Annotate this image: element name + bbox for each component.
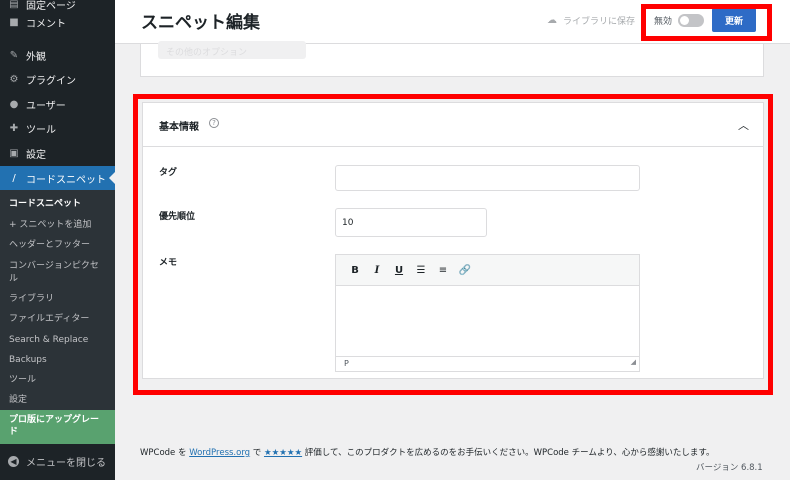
footer-text-mid: で [250, 448, 264, 458]
underline-icon[interactable]: U [388, 260, 410, 280]
sidebar-item-label: プラグイン [26, 75, 76, 87]
footer-rating: WPCode を WordPress.org で ★★★★★ 評価して、このプロ… [140, 446, 764, 458]
library-status-label: ライブラリに保存 [563, 17, 636, 27]
link-icon[interactable]: 🔗 [454, 260, 476, 280]
library-save-status[interactable]: ☁ ライブラリに保存 [547, 14, 635, 27]
bold-icon[interactable]: B [344, 260, 366, 280]
submenu-header-footer[interactable]: ヘッダーとフッター [9, 240, 90, 251]
submenu-conversion-pixels[interactable]: コンバージョンピクセ [9, 261, 99, 272]
page-icon: ▤ [9, 0, 19, 10]
toggle-knob [680, 15, 690, 25]
sidebar-item-label: 設定 [26, 149, 46, 161]
sidebar-item-label: ツール [26, 124, 56, 136]
more-options-button[interactable]: その他のオプション [158, 41, 306, 59]
active-toggle[interactable] [678, 13, 705, 27]
submenu-search-replace[interactable]: Search & Replace [9, 335, 88, 346]
sidebar-item-code-snippets[interactable]: / コードスニペット [0, 166, 115, 190]
settings-icon: ▣ [9, 147, 19, 159]
bullet-list-icon[interactable]: ☰ [410, 260, 432, 280]
footer-text-suffix: 評価して、このプロダクトを広めるのをお手伝いください。WPCode チームより、… [302, 448, 715, 458]
sidebar-item-settings[interactable]: ▣ 設定 [0, 141, 115, 165]
upgrade-label-line2: ド [9, 427, 19, 437]
basic-info-title: 基本情報 [159, 122, 199, 133]
submenu-backups[interactable]: Backups [9, 355, 47, 366]
sidebar-item-comments[interactable]: ■ コメント [0, 10, 115, 34]
code-settings-card: その他のオプション [140, 41, 764, 77]
sidebar-item-tools[interactable]: ✚ ツール [0, 116, 115, 140]
tag-label: タグ [159, 168, 178, 178]
rating-stars-link[interactable]: ★★★★★ [264, 448, 302, 458]
editor-statusbar: P ◢ [336, 356, 639, 371]
submenu-file-editor[interactable]: ファイルエディター [9, 314, 89, 325]
upgrade-label-line1: プロ版にアップグレー [9, 415, 100, 425]
header-controls: 無効 更新 [648, 6, 768, 34]
sidebar-item-appearance[interactable]: ✎ 外観 [0, 43, 115, 67]
sidebar-item-label: ユーザー [26, 100, 66, 112]
sidebar-item-label: コードスニペット [26, 174, 106, 186]
update-button[interactable]: 更新 [712, 8, 757, 32]
sidebar-item-label: 外観 [26, 51, 46, 63]
basic-info-panel: 基本情報 ? ︿ タグ 優先順位 メモ B I U ☰ ≡ 🔗 P ◢ [142, 102, 764, 379]
upgrade-to-pro-link[interactable]: プロ版にアップグレー ド [0, 410, 115, 444]
plugin-icon: ⚙ [9, 73, 19, 85]
editor-path-label: P [344, 359, 349, 368]
appearance-icon: ✎ [9, 49, 19, 61]
page-title: スニペット編集 [141, 13, 260, 33]
submenu-tools[interactable]: ツール [9, 375, 36, 386]
active-toggle-label: 無効 [654, 16, 673, 27]
wordpress-org-link[interactable]: WordPress.org [189, 448, 250, 458]
collapse-arrow-icon: ◀ [8, 456, 19, 467]
memo-label: メモ [159, 258, 178, 268]
resize-grip-icon[interactable]: ◢ [631, 355, 636, 369]
basic-info-header[interactable]: 基本情報 ? ︿ [143, 103, 763, 147]
memo-editor: B I U ☰ ≡ 🔗 P ◢ [335, 254, 640, 372]
chevron-up-icon[interactable]: ︿ [738, 117, 749, 133]
priority-input[interactable] [335, 208, 487, 237]
numbered-list-icon[interactable]: ≡ [432, 260, 454, 280]
submenu-settings[interactable]: 設定 [9, 395, 27, 406]
italic-icon[interactable]: I [366, 260, 388, 280]
code-icon: / [12, 172, 16, 184]
help-icon[interactable]: ? [209, 118, 219, 128]
comment-icon: ■ [9, 16, 19, 28]
priority-label: 優先順位 [159, 212, 196, 222]
memo-textarea[interactable] [336, 286, 639, 356]
collapse-menu-label: メニューを閉じる [26, 458, 106, 469]
user-icon: ● [9, 98, 19, 110]
cloud-icon: ☁ [547, 15, 557, 26]
collapse-menu-button[interactable]: ◀ メニューを閉じる [8, 454, 106, 469]
version-label: バージョン 6.8.1 [696, 463, 763, 473]
wrench-icon: ✚ [9, 122, 19, 134]
sidebar-item-plugins[interactable]: ⚙ プラグイン [0, 67, 115, 91]
sidebar-item-users[interactable]: ● ユーザー [0, 92, 115, 116]
submenu-code-snippets[interactable]: コードスニペット [9, 199, 81, 210]
submenu-add-snippet[interactable]: + スニペットを追加 [9, 220, 91, 231]
tag-input[interactable] [335, 165, 640, 191]
sidebar-item-label: コメント [26, 18, 66, 30]
footer-text-prefix: WPCode を [140, 448, 190, 458]
code-snippets-submenu: コードスニペット + スニペットを追加 ヘッダーとフッター コンバージョンピクセ… [0, 190, 115, 412]
submenu-conversion-pixels-cont[interactable]: ル [9, 274, 18, 285]
admin-sidebar: ▤ 固定ページ ■ コメント ✎ 外観 ⚙ プラグイン ● ユーザー ✚ ツール… [0, 0, 115, 480]
page-header: スニペット編集 ☁ ライブラリに保存 無効 更新 [115, 0, 790, 44]
editor-toolbar: B I U ☰ ≡ 🔗 [336, 255, 639, 286]
submenu-library[interactable]: ライブラリ [9, 294, 54, 305]
